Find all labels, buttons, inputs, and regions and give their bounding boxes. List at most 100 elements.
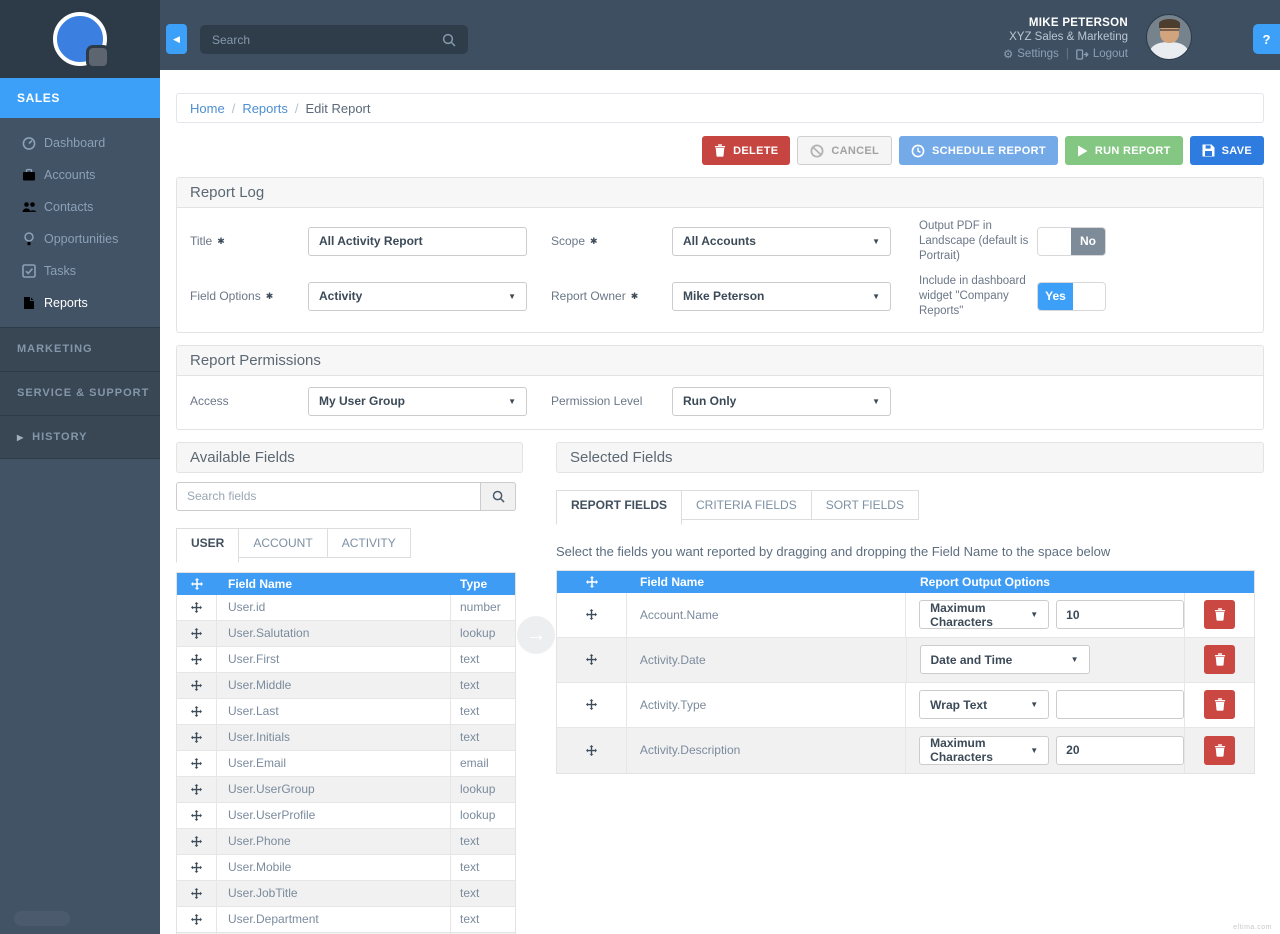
- logout-label: Logout: [1092, 48, 1128, 60]
- delete-button[interactable]: DELETE: [702, 136, 791, 165]
- tab-user[interactable]: USER: [176, 527, 240, 563]
- table-row[interactable]: User.Mobile text: [177, 854, 515, 881]
- delete-row-button[interactable]: [1204, 600, 1236, 630]
- tab-report-fields[interactable]: REPORT FIELDS: [556, 489, 683, 525]
- delete-row-button[interactable]: [1204, 690, 1236, 720]
- breadcrumb-reports[interactable]: Reports: [242, 101, 288, 116]
- output-option-select[interactable]: Maximum Characters ▼: [919, 735, 1050, 765]
- move-icon[interactable]: [177, 880, 217, 906]
- breadcrumb-home[interactable]: Home: [190, 101, 225, 116]
- sidebar-item-label: Accounts: [44, 168, 96, 182]
- sidebar-section-marketing[interactable]: MARKETING: [0, 327, 160, 371]
- field-name: Activity.Date: [627, 637, 907, 682]
- search-icon[interactable]: [442, 33, 456, 47]
- table-row[interactable]: User.UserProfile lookup: [177, 802, 515, 829]
- max-chars-input[interactable]: [1056, 600, 1185, 630]
- row-actions: [1185, 683, 1254, 727]
- move-icon[interactable]: [177, 906, 217, 932]
- max-chars-input[interactable]: [1056, 690, 1185, 720]
- permission-level-select[interactable]: Run Only ▼: [672, 386, 891, 416]
- output-option-select[interactable]: Maximum Characters ▼: [919, 600, 1050, 630]
- table-row[interactable]: User.Salutation lookup: [177, 620, 515, 647]
- table-row[interactable]: Activity.Type Wrap Text ▼: [557, 682, 1254, 728]
- sidebar-collapse-button[interactable]: ◀: [166, 24, 187, 54]
- move-icon[interactable]: [557, 637, 627, 682]
- table-row[interactable]: User.JobTitle text: [177, 880, 515, 907]
- field-options-select[interactable]: Activity ▼: [308, 281, 527, 311]
- move-icon[interactable]: [177, 646, 217, 672]
- report-owner-select[interactable]: Mike Peterson ▼: [672, 281, 891, 311]
- table-row[interactable]: Account.Name Maximum Characters ▼: [557, 592, 1254, 638]
- output-options-cell: Date and Time ▼: [907, 637, 1186, 682]
- table-row[interactable]: User.Last text: [177, 698, 515, 725]
- move-icon[interactable]: [177, 828, 217, 854]
- required-icon: ✱: [265, 291, 274, 302]
- dashboard-widget-toggle[interactable]: Yes: [1037, 281, 1106, 311]
- output-option-select[interactable]: Wrap Text ▼: [919, 690, 1050, 720]
- field-type: lookup: [460, 626, 496, 641]
- access-select[interactable]: My User Group ▼: [308, 386, 527, 416]
- fields-search-input[interactable]: [176, 481, 481, 511]
- run-report-button[interactable]: RUN REPORT: [1064, 136, 1183, 165]
- sidebar-item-reports[interactable]: Reports: [0, 287, 160, 319]
- field-type: lookup: [460, 808, 496, 823]
- sidebar-item-tasks[interactable]: Tasks: [0, 255, 160, 287]
- sidebar-item-opportunities[interactable]: Opportunities: [0, 223, 160, 255]
- scope-select[interactable]: All Accounts ▼: [672, 226, 891, 256]
- user-avatar[interactable]: [1146, 14, 1192, 60]
- tab-sort-fields[interactable]: SORT FIELDS: [810, 489, 919, 520]
- move-icon[interactable]: [557, 727, 627, 773]
- sidebar-item-accounts[interactable]: Accounts: [0, 159, 160, 191]
- table-row[interactable]: User.First text: [177, 646, 515, 673]
- delete-row-button[interactable]: [1204, 645, 1236, 675]
- global-search-input[interactable]: [212, 32, 442, 47]
- move-icon[interactable]: [177, 724, 217, 750]
- move-icon[interactable]: [557, 682, 627, 727]
- move-icon[interactable]: [177, 620, 217, 646]
- settings-link[interactable]: ⚙ Settings: [1003, 47, 1059, 61]
- table-row[interactable]: User.UserGroup lookup: [177, 776, 515, 803]
- table-row[interactable]: User.Email email: [177, 750, 515, 777]
- sidebar-item-label: Reports: [44, 296, 88, 310]
- field-type: text: [460, 886, 480, 901]
- output-option-select[interactable]: Date and Time ▼: [919, 645, 1090, 675]
- sidebar-section-history[interactable]: ▶ HISTORY: [0, 415, 160, 459]
- accounts-icon: [18, 168, 40, 182]
- move-icon[interactable]: [177, 594, 217, 620]
- sidebar-section-sales[interactable]: SALES: [0, 78, 160, 118]
- schedule-report-button[interactable]: SCHEDULE REPORT: [899, 136, 1058, 165]
- move-icon[interactable]: [177, 672, 217, 698]
- move-icon[interactable]: [177, 750, 217, 776]
- max-chars-input[interactable]: [1056, 735, 1185, 765]
- tab-account[interactable]: ACCOUNT: [238, 527, 328, 558]
- table-row[interactable]: User.id number: [177, 594, 515, 621]
- help-button[interactable]: ?: [1253, 24, 1280, 54]
- sidebar-item-label: Opportunities: [44, 232, 119, 246]
- sidebar-item-contacts[interactable]: Contacts: [0, 191, 160, 223]
- move-icon[interactable]: [177, 776, 217, 802]
- cancel-button[interactable]: CANCEL: [797, 136, 893, 165]
- title-input[interactable]: [308, 226, 527, 256]
- pdf-landscape-toggle[interactable]: No: [1037, 226, 1106, 256]
- table-row[interactable]: User.Initials text: [177, 724, 515, 751]
- move-icon[interactable]: [177, 802, 217, 828]
- table-row[interactable]: Activity.Description Maximum Characters ▼: [557, 727, 1254, 773]
- table-row[interactable]: User.Department text: [177, 906, 515, 933]
- app-logo[interactable]: [53, 12, 110, 69]
- move-icon[interactable]: [557, 592, 627, 637]
- report-permissions-body: Access My User Group ▼ Permission Level R…: [177, 376, 1263, 429]
- move-icon[interactable]: [177, 854, 217, 880]
- sidebar-section-service[interactable]: SERVICE & SUPPORT: [0, 371, 160, 415]
- table-row[interactable]: User.Phone text: [177, 828, 515, 855]
- table-row[interactable]: User.Middle text: [177, 672, 515, 699]
- table-row[interactable]: Activity.Date Date and Time ▼: [557, 637, 1254, 683]
- tab-activity[interactable]: ACTIVITY: [326, 527, 411, 558]
- fields-search-button[interactable]: [481, 481, 516, 511]
- save-button[interactable]: SAVE: [1189, 136, 1264, 165]
- report-permissions-panel: Report Permissions Access My User Group ▼…: [176, 344, 1264, 430]
- sidebar-item-dashboard[interactable]: Dashboard: [0, 127, 160, 159]
- delete-row-button[interactable]: [1204, 735, 1236, 765]
- logout-link[interactable]: Logout: [1075, 48, 1128, 60]
- move-icon[interactable]: [177, 698, 217, 724]
- tab-criteria-fields[interactable]: CRITERIA FIELDS: [681, 489, 812, 520]
